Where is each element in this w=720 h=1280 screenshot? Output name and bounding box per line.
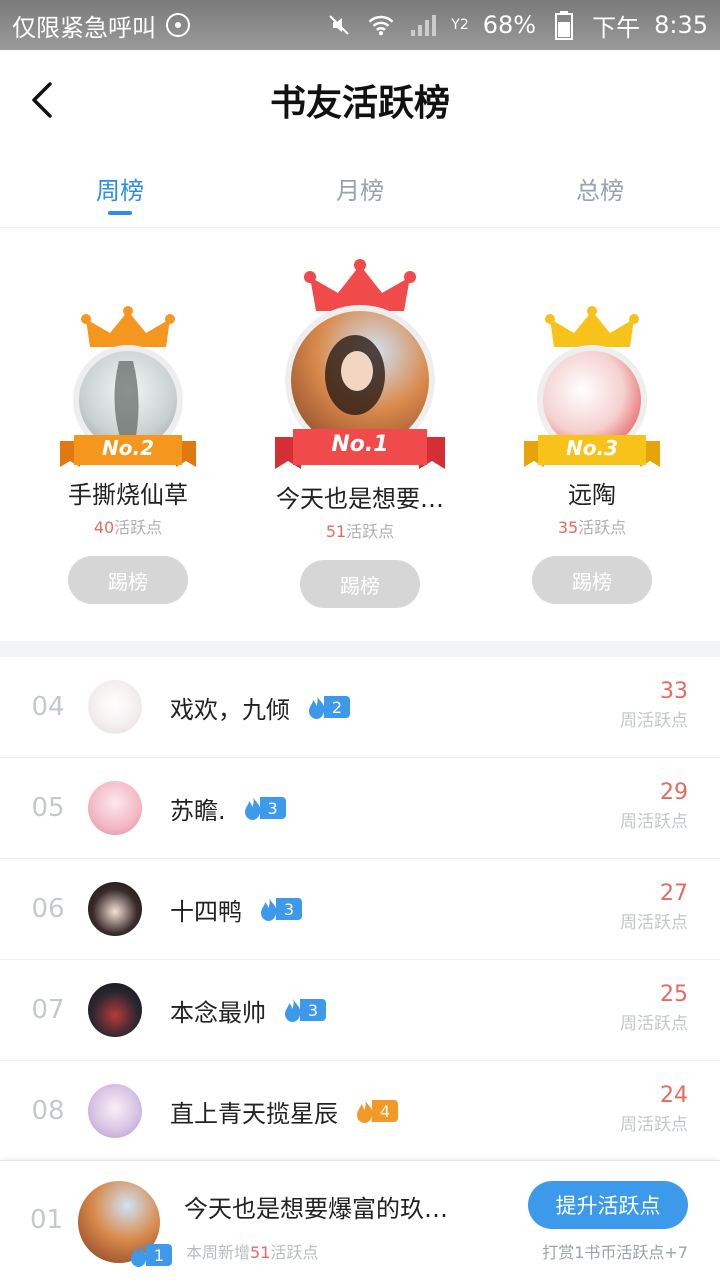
battery-percent: 68% — [482, 11, 537, 39]
avatar[interactable] — [88, 680, 142, 734]
list-item[interactable]: 08 直上青天揽星辰 4 24 周活跃点 — [0, 1061, 720, 1162]
rank-label: No.1 — [331, 432, 389, 457]
reward-tip: 打赏1书币活跃点+7 — [542, 1243, 688, 1262]
podium-points: 40活跃点 — [93, 518, 163, 537]
back-arrow-icon — [32, 82, 52, 118]
podium-third: No.3 远陶 35活跃点 踢榜 — [472, 305, 712, 604]
kick-button[interactable]: 踢榜 — [300, 560, 420, 608]
battery-icon — [550, 11, 578, 40]
tab-weekly[interactable]: 周榜 — [0, 150, 240, 227]
level-badge: 2 — [304, 695, 350, 719]
podium-points: 35活跃点 — [557, 518, 627, 537]
weekly-score: 24 周活跃点 — [620, 1083, 688, 1135]
kick-button[interactable]: 踢榜 — [532, 556, 652, 604]
rank-number: 08 — [31, 1096, 65, 1126]
my-weekly-points: 本周新增51活跃点 — [186, 1243, 319, 1262]
my-level-badge: 1 — [126, 1243, 172, 1267]
mute-icon — [325, 11, 353, 39]
header: 书友活跃榜 — [0, 50, 720, 150]
tab-total[interactable]: 总榜 — [480, 150, 720, 227]
sim-label: Y2 — [451, 17, 469, 33]
list-item[interactable]: 07 本念最帅 3 25 周活跃点 — [0, 960, 720, 1061]
level-badge: 3 — [240, 796, 286, 820]
avatar[interactable] — [88, 781, 142, 835]
my-name: 今天也是想要爆富的玖… — [184, 1195, 448, 1223]
section-divider — [0, 641, 720, 657]
rank-number: 06 — [31, 894, 65, 924]
level-badge: 4 — [352, 1099, 398, 1123]
podium-name: 远陶 — [568, 481, 616, 509]
level-badge: 3 — [280, 998, 326, 1022]
user-name: 十四鸭 — [170, 897, 242, 926]
disc-icon — [164, 11, 192, 39]
list-item[interactable]: 06 十四鸭 3 27 周活跃点 — [0, 859, 720, 960]
kick-button[interactable]: 踢榜 — [68, 556, 188, 604]
weekly-score: 33 周活跃点 — [620, 679, 688, 731]
podium-name: 今天也是想要… — [276, 485, 444, 513]
podium-name: 手撕烧仙草 — [68, 481, 188, 509]
status-bar: 仅限紧急呼叫 Y2 68% 下午 8:35 — [0, 0, 720, 50]
rank-number: 05 — [31, 793, 65, 823]
user-name: 本念最帅 — [170, 998, 266, 1027]
am-pm: 下午 — [592, 13, 641, 42]
tab-bar: 周榜 月榜 总榜 — [0, 150, 720, 228]
avatar[interactable] — [88, 983, 142, 1037]
podium-points: 51活跃点 — [325, 522, 395, 541]
my-rank-bar: 01 1 今天也是想要爆富的玖… 本周新增51活跃点 提升活跃点 打赏1书币活跃… — [0, 1160, 720, 1280]
weekly-score: 25 周活跃点 — [620, 982, 688, 1034]
user-name: 戏欢，九倾 — [170, 695, 290, 724]
list-item[interactable]: 05 苏瞻. 3 29 周活跃点 — [0, 758, 720, 859]
rank-number: 07 — [31, 995, 65, 1025]
list-item[interactable]: 04 戏欢，九倾 2 33 周活跃点 — [0, 657, 720, 758]
weekly-score: 27 周活跃点 — [620, 881, 688, 933]
avatar[interactable] — [88, 882, 142, 936]
carrier-text: 仅限紧急呼叫 — [12, 13, 156, 42]
weekly-score: 29 周活跃点 — [620, 780, 688, 832]
tab-monthly[interactable]: 月榜 — [240, 150, 480, 227]
signal-icon — [409, 11, 437, 39]
user-name: 苏瞻. — [170, 796, 226, 825]
podium: No.2 手撕烧仙草 40活跃点 踢榜 No.1 今天也是想要… 51活跃点 踢… — [0, 229, 720, 641]
avatar[interactable] — [88, 1084, 142, 1138]
boost-points-button[interactable]: 提升活跃点 — [528, 1181, 688, 1229]
level-badge: 3 — [256, 897, 302, 921]
podium-first: No.1 今天也是想要… 51活跃点 踢榜 — [240, 259, 480, 608]
podium-second: No.2 手撕烧仙草 40活跃点 踢榜 — [8, 305, 248, 604]
rank-label: No.3 — [566, 436, 618, 460]
clock: 8:35 — [654, 11, 708, 39]
ranking-list: 04 戏欢，九倾 2 33 周活跃点 05 苏瞻. 3 29 周活跃点 06 十… — [0, 657, 720, 1162]
rank-label: No.2 — [102, 436, 154, 460]
page-title: 书友活跃榜 — [269, 83, 450, 124]
my-rank-number: 01 — [30, 1205, 64, 1235]
wifi-icon — [367, 11, 395, 39]
back-button[interactable] — [24, 78, 68, 122]
rank-number: 04 — [31, 692, 65, 722]
user-name: 直上青天揽星辰 — [170, 1099, 338, 1128]
